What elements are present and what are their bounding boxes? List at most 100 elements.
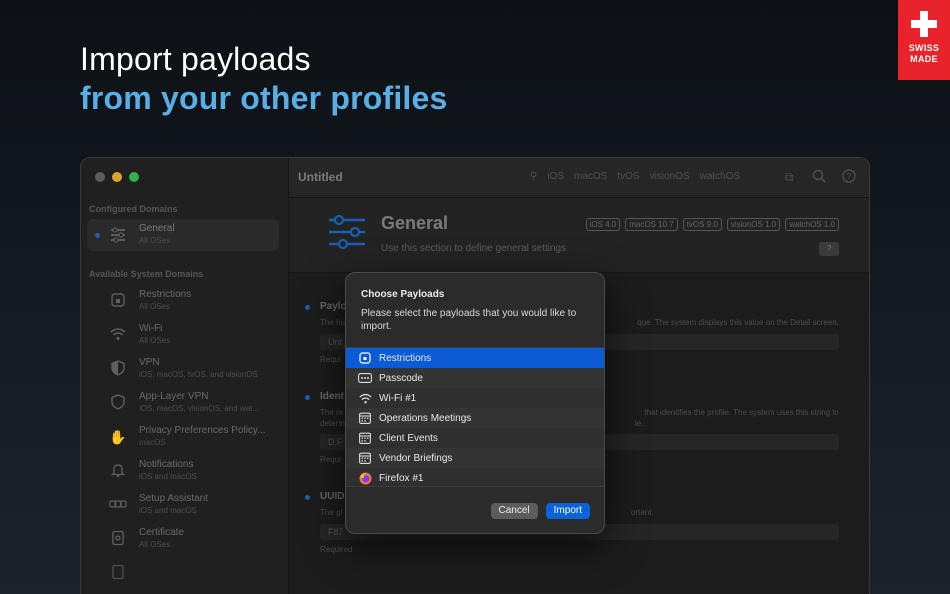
payload-row-operations-meetings[interactable]: Operations Meetings [346,408,604,428]
sidebar-item-sub: iOS and macOS [139,472,197,481]
window-controls [95,172,139,182]
field-required: Requi [320,455,341,464]
dialog-message: Please select the payloads that you woul… [361,308,577,332]
payload-label: Client Events [379,432,438,444]
headline-line-2: from your other profiles [80,80,448,116]
calendar-icon [358,451,372,465]
sidebar-item-setup-assistant[interactable]: Setup Assistant iOS and macOS [87,489,279,521]
sliders-icon [327,212,367,252]
available-domains-header: Available System Domains [89,269,204,279]
close-window-button[interactable] [95,172,105,182]
badge-line-2: MADE [910,54,938,64]
payload-row-vendor-briefings[interactable]: Vendor Briefings [346,448,604,468]
calendar-icon [358,411,372,425]
payload-row-restrictions[interactable]: Restrictions [346,348,604,368]
platform-watchos[interactable]: watchOS [700,171,741,182]
broom-icon[interactable]: ⚲ [530,171,537,182]
payload-list: Restrictions Passcode Wi-Fi #1 Operation… [346,347,604,487]
sidebar-item-label: VPN [139,357,160,368]
general-header: General Use this section to define gener… [289,198,869,273]
choose-payloads-dialog: Choose Payloads Please select the payloa… [345,272,605,534]
wifi-icon [109,326,127,344]
document-icon [109,564,127,582]
configured-domains-header: Configured Domains [89,204,178,214]
sidebar-item-vpn[interactable]: VPN iOS, macOS, tvOS, and visionOS [87,353,279,385]
platform-visionos[interactable]: visionOS [650,171,690,182]
search-icon[interactable] [811,169,827,185]
field-required: Required [320,545,353,554]
import-button[interactable]: Import [545,503,590,519]
sidebar-item-sub: iOS and macOS [139,506,197,515]
headline-line-1: Import payloads [80,41,311,77]
payload-row-firefox[interactable]: Firefox #1 [346,468,604,488]
sidebar-item-general[interactable]: General All OSes [87,219,279,251]
dots-icon [109,496,127,514]
payload-label: Firefox #1 [379,472,424,484]
sidebar-item-label: Setup Assistant [139,493,208,504]
field-required: Requi [320,355,341,364]
field-bullet [305,305,310,310]
sidebar-item-sub: macOS [139,438,166,447]
sidebar-item-label: Notifications [139,459,194,470]
swiss-made-badge: SWISS MADE [898,0,950,80]
calendar-icon [358,431,372,445]
payload-label: Passcode [379,372,423,384]
field-label: UUID [320,491,345,502]
field-label: Paylo [320,301,347,312]
cancel-button[interactable]: Cancel [490,503,538,519]
platform-ios[interactable]: iOS [547,171,564,182]
sidebar-item-document[interactable] [87,557,279,589]
payload-row-wifi[interactable]: Wi-Fi #1 [346,388,604,408]
version-badge: iOS 4.0 [585,218,621,231]
help-icon[interactable]: ? [841,169,857,185]
field-description: The re [320,408,344,417]
sidebar-item-label: Wi-Fi [139,323,163,334]
minimize-window-button[interactable] [112,172,122,182]
lock-icon [109,292,127,310]
toolbar-icons: ⧉ ? [781,169,857,185]
field-description: The gl [320,508,343,517]
payload-row-client-events[interactable]: Client Events [346,428,604,448]
sidebar-item-app-layer-vpn[interactable]: App-Layer VPN iOS, macOS, visionOS, and … [87,387,279,419]
sidebar-item-privacy-preferences[interactable]: ✋ Privacy Preferences Policy... macOS [87,421,279,453]
certificate-icon [109,530,127,548]
sidebar-item-label: Certificate [139,527,185,538]
lock-icon [358,351,372,365]
dialog-title: Choose Payloads [361,289,445,300]
passcode-icon [358,371,372,385]
sidebar-item-wifi[interactable]: Wi-Fi All OSes [87,319,279,351]
sliders-icon [109,226,127,244]
version-badge: tvOS 9.0 [682,218,722,231]
general-help-button[interactable]: ? [819,242,839,256]
sidebar-item-certificate[interactable]: Certificate All OSes [87,523,279,555]
sidebar-item-sub: iOS, macOS, visionOS, and wat... [139,404,260,413]
configured-dot [95,233,100,238]
sidebar-item-label: General [139,223,175,234]
field-description-right-2: le. [635,419,644,428]
field-description-right: que. The system displays this value on t… [637,318,839,327]
sidebar-item-restrictions[interactable]: Restrictions All OSes [87,285,279,317]
headline: Import payloads from your other profiles [80,40,448,118]
sidebar: Configured Domains General All OSes Avai… [81,158,289,594]
payload-row-passcode[interactable]: Passcode [346,368,604,388]
sidebar-item-sub: All OSes [139,336,171,345]
swiss-cross-icon [911,11,937,37]
platform-macos[interactable]: macOS [574,171,607,182]
sidebar-item-sub: iOS, macOS, tvOS, and visionOS [139,370,258,379]
zoom-window-button[interactable] [129,172,139,182]
platform-filter: ⚲ iOS macOS tvOS visionOS watchOS [530,171,740,182]
sidebar-item-sub: All OSes [139,302,171,311]
general-description: Use this section to define general setti… [381,243,567,254]
import-icon[interactable]: ⧉ [781,169,797,185]
general-title: General [381,213,449,233]
toolbar: Untitled ⚲ iOS macOS tvOS visionOS watch… [289,158,869,198]
platform-tvos[interactable]: tvOS [617,171,639,182]
svg-text:?: ? [847,172,852,181]
firefox-icon [358,471,372,485]
field-description-right: ortant. [631,508,654,517]
shield-icon [109,360,127,378]
payload-label: Operations Meetings [379,412,472,424]
field-bullet [305,395,310,400]
payload-label: Vendor Briefings [379,452,453,464]
sidebar-item-notifications[interactable]: Notifications iOS and macOS [87,455,279,487]
